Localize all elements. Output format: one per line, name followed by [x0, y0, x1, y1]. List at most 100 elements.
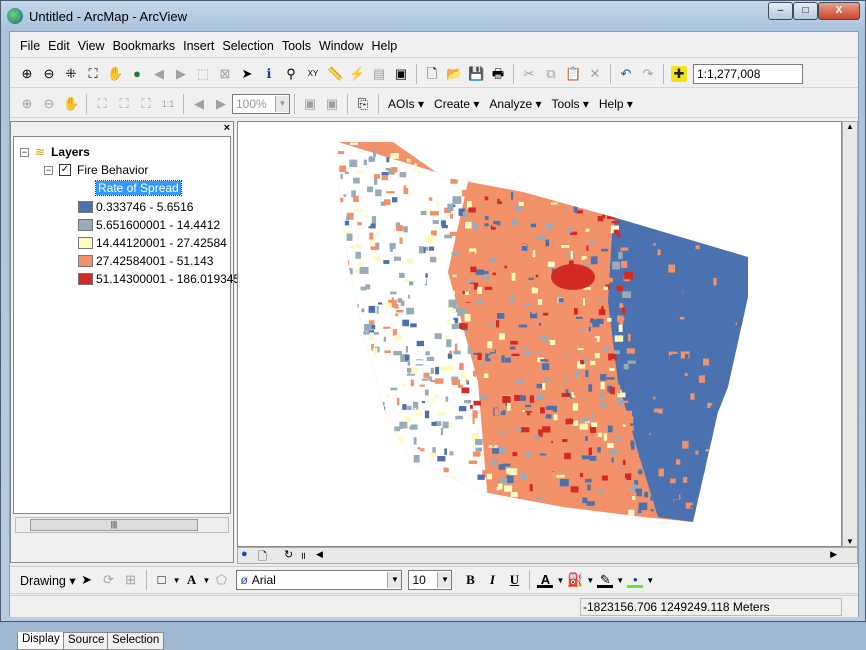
- close-button[interactable]: X: [818, 2, 860, 20]
- html-popup-icon[interactable]: ▤: [371, 66, 387, 82]
- tab-selection[interactable]: Selection: [107, 632, 165, 650]
- layout-pan-icon[interactable]: ✋: [63, 96, 79, 112]
- create-menu[interactable]: Create ▾: [434, 97, 479, 111]
- menu-bookmarks[interactable]: Bookmarks: [113, 39, 176, 53]
- legend-item[interactable]: 14.44120001 - 27.42584: [78, 236, 227, 250]
- map-scale-input[interactable]: 1:1,277,008: [693, 63, 803, 84]
- fire-behavior-layer[interactable]: − ✓ Fire Behavior: [44, 163, 148, 177]
- open-folder-icon[interactable]: 📂: [446, 66, 462, 82]
- delete-icon[interactable]: ✕: [587, 66, 603, 82]
- zoom-out-icon[interactable]: ⊖: [41, 66, 57, 82]
- menu-edit[interactable]: Edit: [48, 39, 70, 53]
- select-elements-icon[interactable]: ➤: [79, 572, 95, 588]
- scroll-thumb[interactable]: |||: [30, 519, 198, 531]
- zoom-percent-select[interactable]: 100% ▼: [232, 93, 290, 114]
- legend-item[interactable]: 27.42584001 - 51.143: [78, 254, 213, 268]
- menu-selection[interactable]: Selection: [222, 39, 273, 53]
- select-features-icon[interactable]: ⬚: [195, 66, 211, 82]
- legend-item[interactable]: 0.333746 - 5.6516: [78, 200, 193, 214]
- maximize-button[interactable]: □: [793, 2, 818, 20]
- copy-icon[interactable]: ⧉: [543, 66, 559, 82]
- fixed-zoom-out-icon[interactable]: ⛶: [85, 66, 101, 82]
- chevron-down-icon[interactable]: ▼: [275, 95, 289, 112]
- redo-icon[interactable]: ↷: [640, 66, 656, 82]
- menu-file[interactable]: File: [20, 39, 40, 53]
- menu-insert[interactable]: Insert: [183, 39, 214, 53]
- fixed-zoom-in-layout-icon[interactable]: ⛶: [94, 96, 110, 112]
- select-elements-arrow-icon[interactable]: ➤: [239, 66, 255, 82]
- save-icon[interactable]: 💾: [468, 66, 484, 82]
- aois-menu[interactable]: AOIs ▾: [388, 97, 424, 111]
- bold-button[interactable]: B: [462, 572, 478, 588]
- font-size-select[interactable]: 10 ▼: [408, 570, 453, 590]
- pause-drawing-icon[interactable]: ॥: [300, 548, 306, 562]
- clear-selection-icon[interactable]: ⊠: [217, 66, 233, 82]
- zoom-whole-page-icon[interactable]: ⛶: [138, 96, 154, 112]
- paste-icon[interactable]: 📋: [565, 66, 581, 82]
- map-vertical-scrollbar[interactable]: ▲ ▼: [842, 121, 858, 547]
- pan-hand-icon[interactable]: ✋: [107, 66, 123, 82]
- chevron-down-icon[interactable]: ▼: [437, 572, 452, 588]
- cut-icon[interactable]: ✂: [521, 66, 537, 82]
- analyze-menu[interactable]: Analyze ▾: [489, 97, 541, 111]
- refresh-icon[interactable]: ↻: [284, 548, 293, 561]
- tab-source[interactable]: Source: [63, 632, 110, 650]
- measure-icon[interactable]: 📏: [327, 66, 343, 82]
- rotate-icon[interactable]: ⟳: [101, 572, 117, 588]
- zoom-to-selected-icon[interactable]: ⊞: [123, 572, 139, 588]
- field-label[interactable]: Rate of Spread: [95, 180, 182, 196]
- fill-color-icon[interactable]: ⛽: [567, 572, 584, 588]
- find-binoculars-icon[interactable]: ⚲: [283, 66, 299, 82]
- forward-arrow-icon[interactable]: ▶: [173, 66, 189, 82]
- time-slider-icon[interactable]: ▣: [393, 66, 409, 82]
- focus-data-frame-icon[interactable]: ▣: [324, 96, 340, 112]
- legend-item[interactable]: 51.14300001 - 186.019345: [78, 272, 240, 286]
- scroll-up-icon[interactable]: ▲: [846, 122, 854, 131]
- collapse-icon[interactable]: −: [20, 147, 29, 157]
- next-extent-icon[interactable]: ▶: [213, 96, 229, 112]
- print-icon[interactable]: 🖶: [490, 66, 506, 82]
- menu-tools[interactable]: Tools: [282, 39, 311, 53]
- toggle-draft-mode-icon[interactable]: ▣: [302, 96, 318, 112]
- change-layout-icon[interactable]: ⎘: [355, 96, 371, 112]
- edit-vertices-icon[interactable]: ⬠: [213, 572, 229, 588]
- layout-zoom-in-icon[interactable]: ⊕: [19, 96, 35, 112]
- rectangle-icon[interactable]: □: [154, 572, 170, 588]
- italic-button[interactable]: I: [484, 572, 500, 588]
- scroll-right-icon[interactable]: ▶: [830, 549, 837, 560]
- layers-node[interactable]: − ≋ Layers: [20, 145, 90, 159]
- hyperlink-icon[interactable]: ⚡: [349, 66, 365, 82]
- menu-window[interactable]: Window: [319, 39, 363, 53]
- zoom-in-icon[interactable]: ⊕: [19, 66, 35, 82]
- previous-extent-icon[interactable]: ◀: [191, 96, 207, 112]
- toc-horizontal-scrollbar[interactable]: |||: [15, 517, 229, 533]
- layout-zoom-out-icon[interactable]: ⊖: [41, 96, 57, 112]
- menu-view[interactable]: View: [78, 39, 105, 53]
- marker-color-icon[interactable]: •: [627, 572, 644, 588]
- add-data-icon[interactable]: ✚: [671, 65, 687, 82]
- font-color-icon[interactable]: A: [537, 572, 554, 588]
- fixed-zoom-out-layout-icon[interactable]: ⛶: [116, 96, 132, 112]
- text-icon[interactable]: A: [184, 572, 200, 588]
- layout-view-page-icon[interactable]: 🗋: [258, 548, 267, 567]
- fixed-zoom-in-icon[interactable]: ⁜: [63, 66, 79, 82]
- font-select[interactable]: ø Arial ▼: [236, 570, 403, 590]
- line-color-icon[interactable]: ✎: [597, 572, 614, 588]
- new-document-icon[interactable]: 🗋: [424, 66, 440, 82]
- legend-item[interactable]: 5.651600001 - 14.4412: [78, 218, 220, 232]
- drawing-menu[interactable]: Drawing ▾: [20, 573, 76, 588]
- scroll-down-icon[interactable]: ▼: [846, 537, 854, 546]
- chevron-down-icon[interactable]: ▼: [387, 572, 402, 588]
- tools-ext-menu[interactable]: Tools ▾: [551, 97, 588, 111]
- undo-icon[interactable]: ↶: [618, 66, 634, 82]
- map-display[interactable]: [237, 121, 842, 547]
- tab-display[interactable]: Display: [17, 632, 65, 650]
- underline-button[interactable]: U: [506, 572, 522, 588]
- minimize-button[interactable]: –: [768, 2, 793, 20]
- menu-help[interactable]: Help: [371, 39, 397, 53]
- scroll-left-icon[interactable]: ◀: [316, 549, 323, 560]
- back-arrow-icon[interactable]: ◀: [151, 66, 167, 82]
- full-extent-globe-icon[interactable]: ●: [129, 66, 145, 82]
- help-ext-menu[interactable]: Help ▾: [599, 97, 633, 111]
- zoom-100-icon[interactable]: 1:1: [160, 96, 176, 112]
